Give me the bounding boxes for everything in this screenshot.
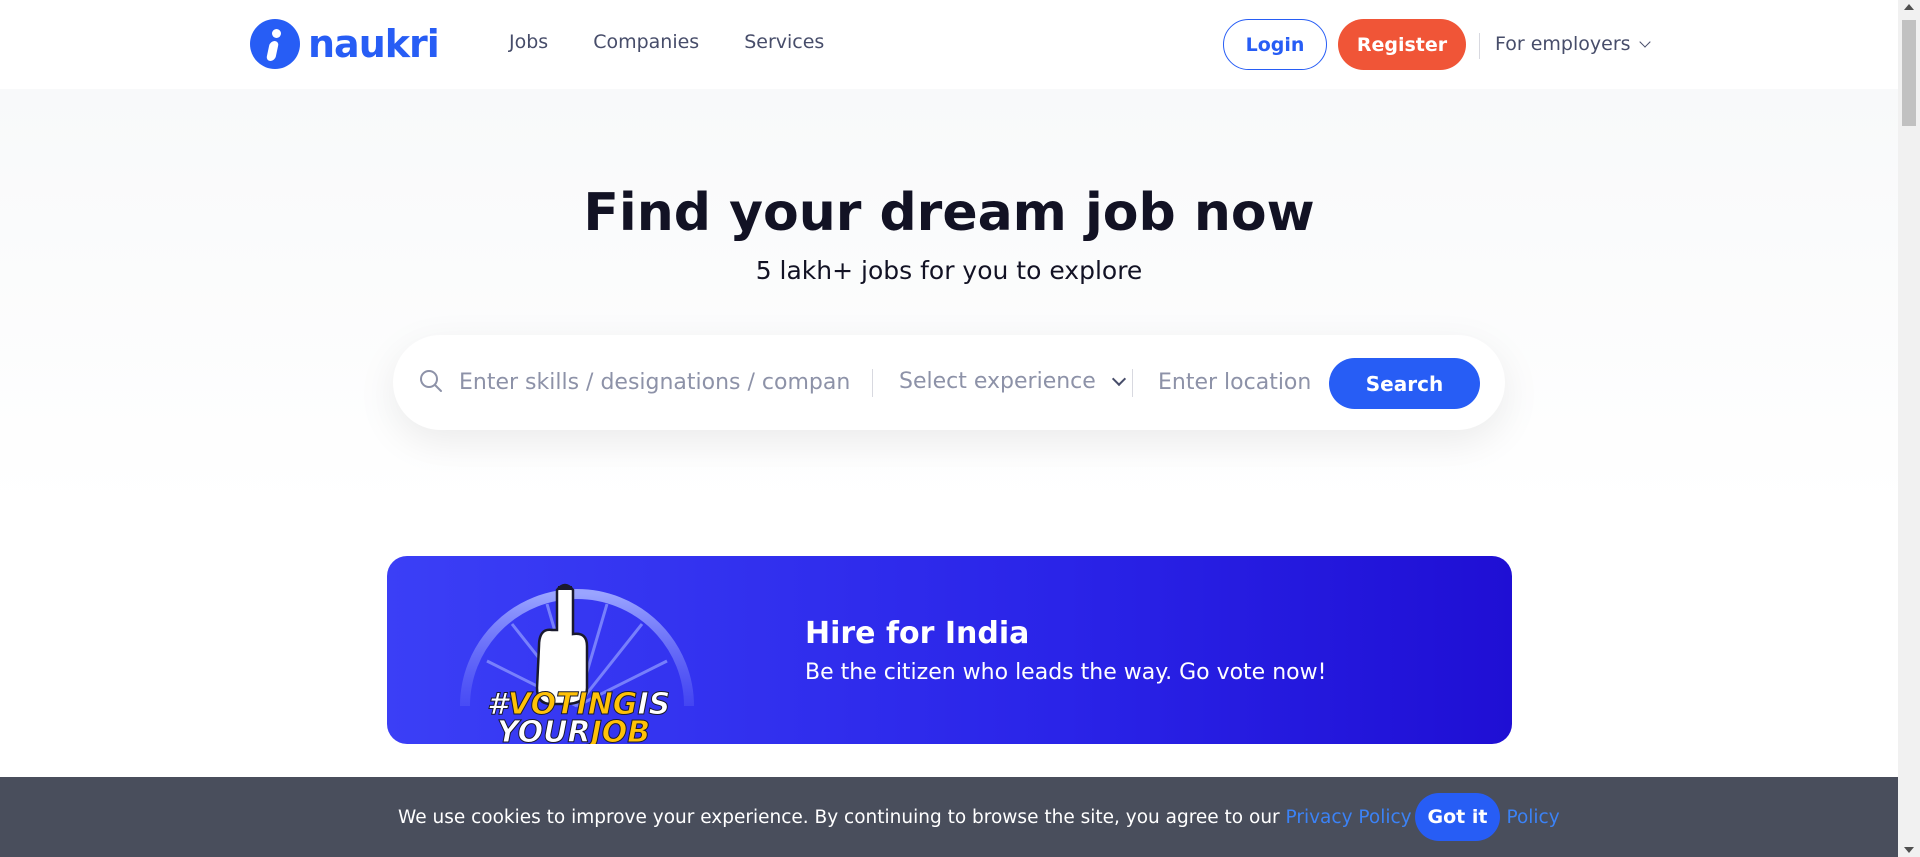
- nav-jobs[interactable]: Jobs: [509, 31, 548, 53]
- search-divider: [872, 369, 873, 397]
- naukri-logo-icon: [250, 19, 300, 69]
- nav-services[interactable]: Services: [744, 31, 824, 53]
- voting-is-your-job-illustration: #VOTINGIS YOURJOB: [460, 583, 694, 744]
- svg-text:YOURJOB: YOURJOB: [497, 715, 650, 744]
- job-word: JOB: [586, 715, 651, 744]
- chevron-down-icon: [1638, 36, 1651, 48]
- skills-search-input[interactable]: [459, 362, 849, 402]
- banner-title: Hire for India: [805, 616, 1030, 651]
- cookie-text: We use cookies to improve your experienc…: [398, 807, 1560, 828]
- header-divider: [1479, 33, 1480, 59]
- cookie-consent-bar: We use cookies to improve your experienc…: [0, 777, 1898, 857]
- page-subtitle: 5 lakh+ jobs for you to explore: [755, 256, 1143, 285]
- experience-select-label: Select experience: [899, 369, 1096, 394]
- for-employers-label: For employers: [1495, 33, 1631, 55]
- register-button[interactable]: Register: [1338, 19, 1466, 70]
- logo-text: naukri: [308, 22, 440, 66]
- privacy-policy-link[interactable]: Privacy Policy: [1286, 807, 1412, 828]
- experience-select[interactable]: Select experience: [899, 369, 1126, 394]
- page-title: Find your dream job now: [583, 183, 1315, 243]
- scrollbar-thumb[interactable]: [1902, 20, 1916, 126]
- main-nav: Jobs Companies Services: [509, 31, 824, 53]
- your-word: YOUR: [497, 715, 591, 744]
- chevron-down-icon: [1111, 371, 1126, 386]
- scroll-down-icon[interactable]: [1904, 847, 1914, 853]
- nav-companies[interactable]: Companies: [593, 31, 699, 53]
- got-it-button[interactable]: Got it: [1415, 793, 1500, 841]
- cookie-message: We use cookies to improve your experienc…: [398, 807, 1286, 828]
- site-header: naukri Jobs Companies Services Login Reg…: [0, 0, 1898, 89]
- search-divider: [1132, 369, 1133, 397]
- naukri-logo[interactable]: naukri: [250, 19, 440, 69]
- location-input[interactable]: [1158, 362, 1333, 402]
- search-icon: [420, 370, 442, 392]
- hire-for-india-banner[interactable]: #VOTINGIS YOURJOB Hire for India Be the …: [387, 556, 1512, 744]
- scroll-up-icon[interactable]: [1904, 4, 1914, 10]
- page-scrollbar[interactable]: [1898, 0, 1920, 857]
- banner-subtitle: Be the citizen who leads the way. Go vot…: [805, 660, 1327, 685]
- for-employers-dropdown[interactable]: For employers: [1495, 33, 1651, 55]
- search-button[interactable]: Search: [1329, 358, 1480, 409]
- job-search-bar: Select experience Search: [393, 335, 1505, 430]
- login-button[interactable]: Login: [1223, 19, 1327, 70]
